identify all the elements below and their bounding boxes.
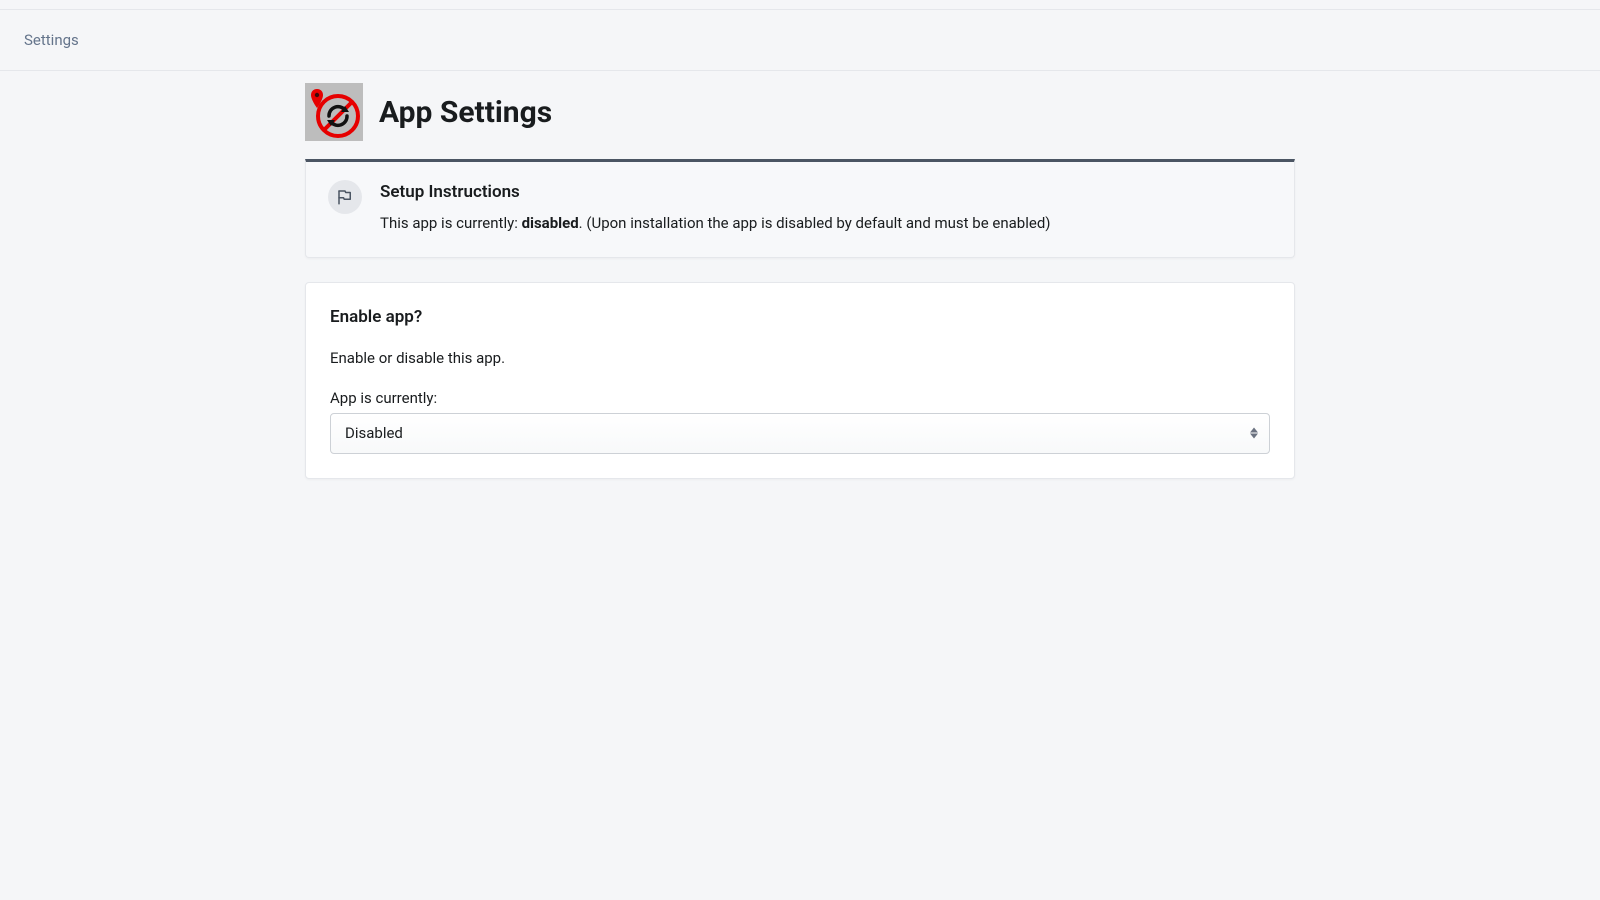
breadcrumb-settings[interactable]: Settings xyxy=(24,31,79,49)
enable-app-card: Enable app? Enable or disable this app. … xyxy=(305,282,1295,479)
status-suffix: . (Upon installation the app is disabled… xyxy=(579,214,1051,232)
header-bar: Settings xyxy=(0,10,1600,71)
setup-instructions-card: Setup Instructions This app is currently… xyxy=(305,159,1295,258)
setup-instructions-description: This app is currently: disabled. (Upon i… xyxy=(380,212,1272,235)
enable-select-label: App is currently: xyxy=(330,389,1270,407)
enable-app-title: Enable app? xyxy=(330,307,1270,327)
flag-icon xyxy=(328,180,362,214)
title-row: App Settings xyxy=(305,83,1295,159)
status-value: disabled xyxy=(522,214,579,232)
status-prefix: This app is currently: xyxy=(380,214,522,232)
page-title: App Settings xyxy=(379,95,552,130)
enable-app-description: Enable or disable this app. xyxy=(330,349,1270,367)
content-area: App Settings Setup Instructions This app… xyxy=(305,71,1295,479)
top-spacer xyxy=(0,0,1600,10)
setup-instructions-title: Setup Instructions xyxy=(380,182,1272,202)
enable-select-wrap: Disabled xyxy=(330,413,1270,454)
enable-app-select[interactable]: Disabled xyxy=(330,413,1270,454)
app-icon xyxy=(305,83,363,141)
